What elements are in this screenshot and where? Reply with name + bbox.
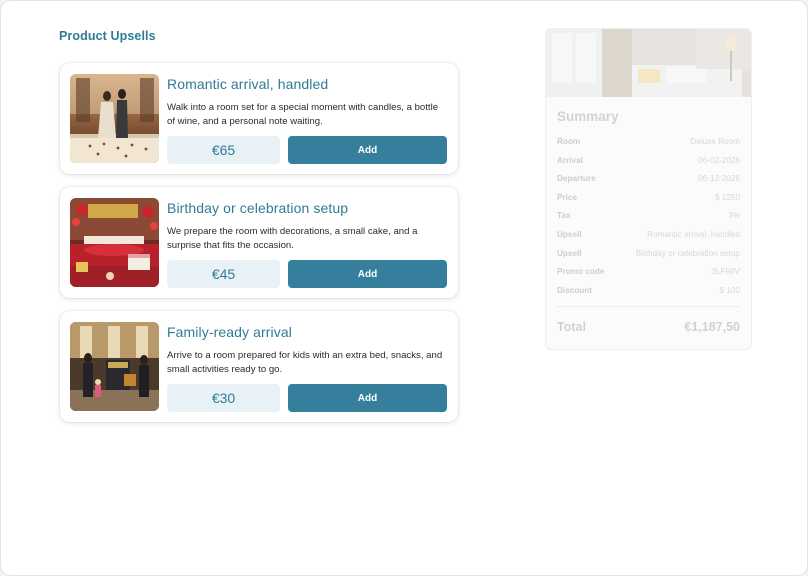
room-image <box>546 29 751 97</box>
summary-value: Romantic arrival, handled <box>647 230 740 239</box>
total-label: Total <box>557 320 586 334</box>
summary-row-promo-code: Promo code 3LF98V <box>557 265 740 279</box>
add-button-family[interactable]: Add <box>288 384 447 412</box>
upsell-title: Family-ready arrival <box>167 324 292 340</box>
total-value: €1,187,50 <box>684 320 740 334</box>
summary-value: Birthday or celebration setup <box>635 249 740 258</box>
upsell-price: €45 <box>167 260 280 288</box>
upsell-title: Birthday or celebration setup <box>167 200 349 216</box>
upsell-card-birthday: Birthday or celebration setup We prepare… <box>60 187 458 298</box>
summary-label: Promo code <box>557 267 605 276</box>
summary-label: Upsell <box>557 230 582 239</box>
upsell-price: €65 <box>167 136 280 164</box>
summary-value: 3% <box>728 211 740 220</box>
upsell-card-romantic: Romantic arrival, handled Walk into a ro… <box>60 63 458 174</box>
summary-value: 3LF98V <box>711 267 740 276</box>
upsell-description: We prepare the room with decorations, a … <box>167 226 418 251</box>
app-frame: Product Upsells Romantic arrival, handle… <box>0 0 808 576</box>
summary-panel: Summary Room Deluxe Room Arrival 06-02-2… <box>545 28 752 350</box>
summary-row-price: Price $ 1250 <box>557 191 740 205</box>
add-button-romantic[interactable]: Add <box>288 136 447 164</box>
summary-label: Room <box>557 137 581 146</box>
upsell-card-family: Family-ready arrival Arrive to a room pr… <box>60 311 458 422</box>
upsell-description: Arrive to a room prepared for kids with … <box>167 350 443 375</box>
summary-row-arrival: Arrival 06-02-2026 <box>557 154 740 168</box>
summary-value: $ 100 <box>719 286 741 295</box>
upsell-title: Romantic arrival, handled <box>167 76 329 92</box>
birthday-setup-image <box>70 198 159 287</box>
summary-row-discount: Discount $ 100 <box>557 284 740 298</box>
summary-row-departure: Departure 06-12-2026 <box>557 172 740 186</box>
section-title: Product Upsells <box>59 29 156 43</box>
summary-value: 06-12-2026 <box>698 174 740 183</box>
summary-label: Departure <box>557 174 596 183</box>
summary-label: Discount <box>557 286 593 295</box>
summary-label: Price <box>557 193 578 202</box>
family-arrival-image <box>70 322 159 411</box>
upsell-description: Walk into a room set for a special momen… <box>167 102 439 127</box>
summary-row-room: Room Deluxe Room <box>557 135 740 149</box>
summary-row-upsell: Upsell Romantic arrival, handled <box>557 228 740 242</box>
summary-title: Summary <box>557 109 619 124</box>
summary-row-tax: Tax 3% <box>557 209 740 223</box>
summary-row-upsell: Upsell Birthday or celebration setup <box>557 247 740 261</box>
romantic-arrival-image <box>70 74 159 163</box>
upsell-price: €30 <box>167 384 280 412</box>
summary-label: Tax <box>557 211 571 220</box>
add-button-birthday[interactable]: Add <box>288 260 447 288</box>
summary-divider <box>557 306 740 307</box>
summary-label: Upsell <box>557 249 582 258</box>
summary-value: $ 1250 <box>714 193 740 202</box>
summary-value: 06-02-2026 <box>698 156 740 165</box>
summary-label: Arrival <box>557 156 583 165</box>
summary-value: Deluxe Room <box>690 137 740 146</box>
